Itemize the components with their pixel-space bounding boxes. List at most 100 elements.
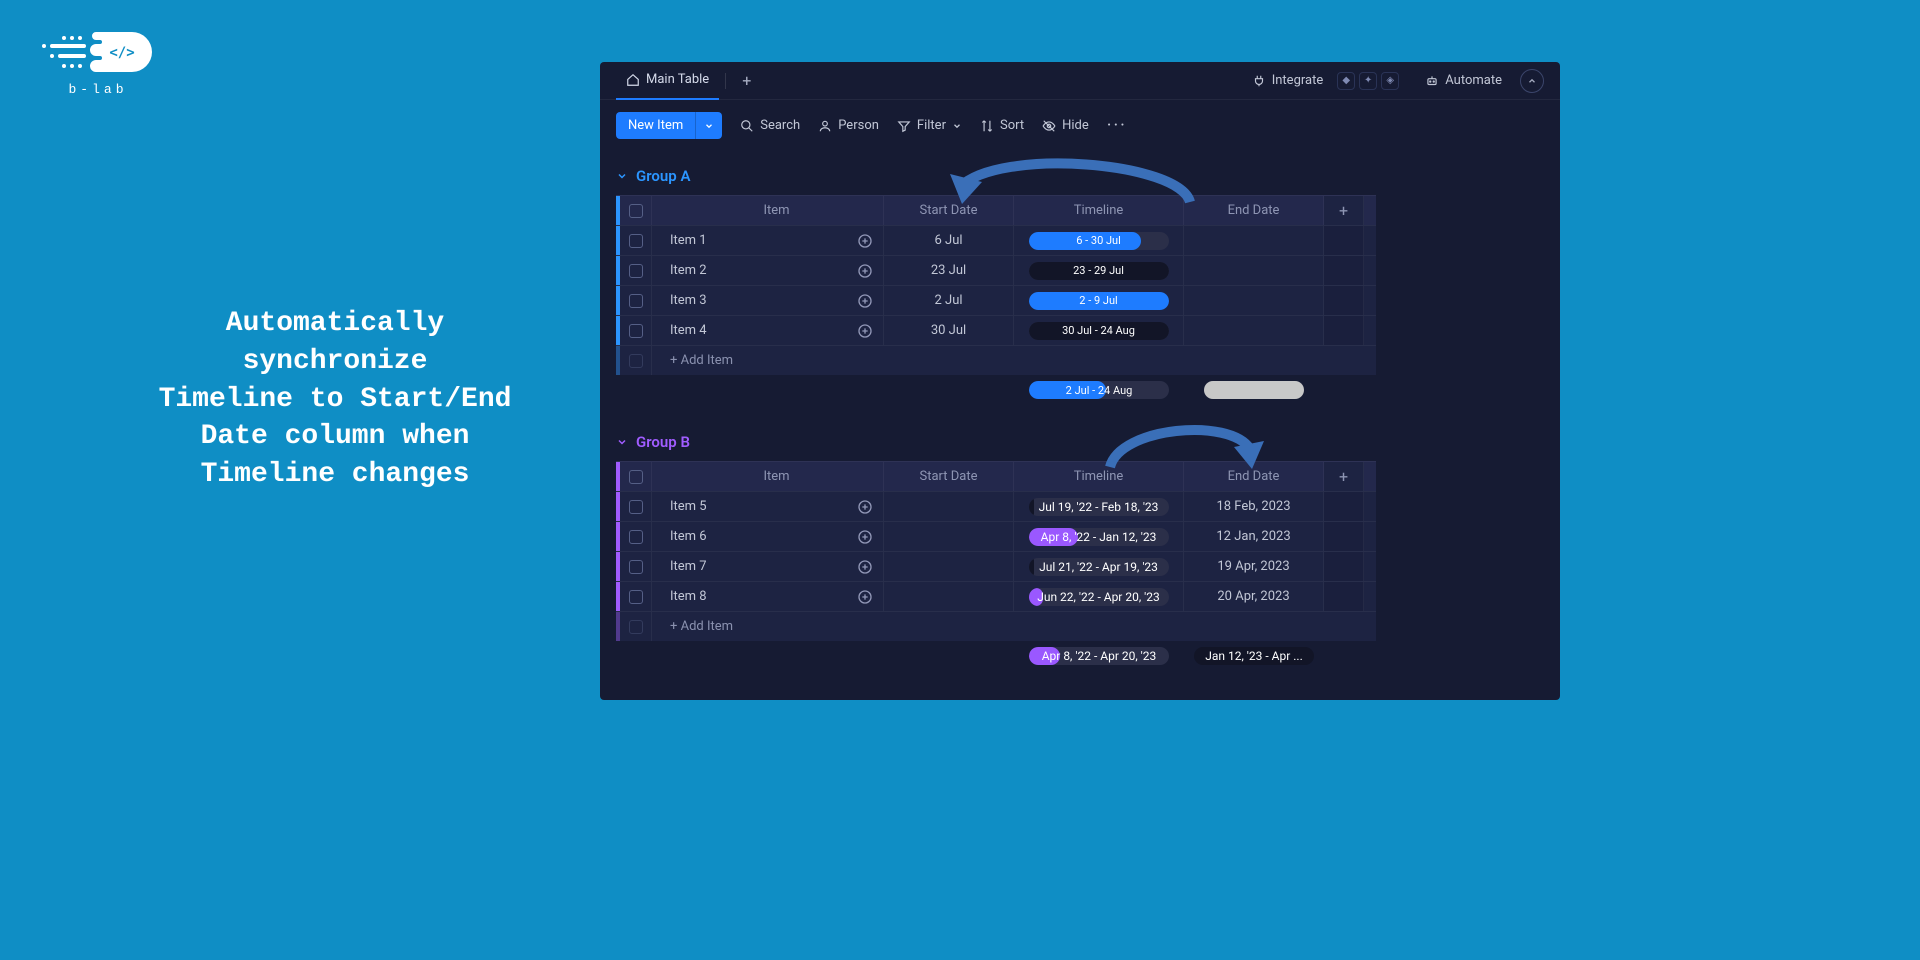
table-row[interactable]: Item 1 6 Jul 6 - 30 Jul [616, 225, 1376, 255]
col-start[interactable]: Start Date [884, 462, 1014, 491]
table-row[interactable]: Item 8 Jun 22, '22 - Apr 20, '23 20 Apr,… [616, 581, 1376, 611]
chat-icon[interactable] [857, 293, 873, 309]
row-checkbox[interactable] [620, 492, 652, 521]
table-row[interactable]: Item 7 Jul 21, '22 - Apr 19, '23 19 Apr,… [616, 551, 1376, 581]
item-cell[interactable]: Item 5 [652, 492, 884, 521]
end-date-cell[interactable] [1184, 316, 1324, 345]
start-date-cell[interactable]: 30 Jul [884, 316, 1014, 345]
timeline-cell[interactable]: Jul 19, '22 - Feb 18, '23 [1014, 492, 1184, 521]
svg-text:</>: </> [109, 45, 134, 61]
hide-tool[interactable]: Hide [1042, 118, 1089, 133]
plug-icon [1252, 74, 1266, 88]
item-cell[interactable]: Item 6 [652, 522, 884, 551]
more-menu[interactable]: ··· [1107, 115, 1127, 136]
item-cell[interactable]: Item 1 [652, 226, 884, 255]
item-cell[interactable]: Item 3 [652, 286, 884, 315]
item-cell[interactable]: Item 2 [652, 256, 884, 285]
item-cell[interactable]: Item 8 [652, 582, 884, 611]
item-cell[interactable]: Item 4 [652, 316, 884, 345]
end-date-cell[interactable] [1184, 286, 1324, 315]
end-date-cell[interactable]: 12 Jan, 2023 [1184, 522, 1324, 551]
chat-icon[interactable] [857, 559, 873, 575]
chat-icon[interactable] [857, 529, 873, 545]
sort-label: Sort [1000, 118, 1024, 133]
col-timeline[interactable]: Timeline [1014, 196, 1184, 225]
chat-icon[interactable] [857, 499, 873, 515]
end-date-cell[interactable]: 19 Apr, 2023 [1184, 552, 1324, 581]
row-checkbox[interactable] [620, 226, 652, 255]
start-date-cell[interactable]: 23 Jul [884, 256, 1014, 285]
automate-button[interactable]: Automate [1415, 73, 1512, 88]
start-date-cell[interactable] [884, 522, 1014, 551]
timeline-cell[interactable]: 30 Jul - 24 Aug [1014, 316, 1184, 345]
row-checkbox[interactable] [620, 582, 652, 611]
add-item-row[interactable]: + Add Item [616, 611, 1376, 641]
group-a: Group A Item Start Date Timeline End Dat… [616, 165, 1544, 403]
table-row[interactable]: Item 4 30 Jul 30 Jul - 24 Aug [616, 315, 1376, 345]
col-item[interactable]: Item [652, 462, 884, 491]
start-date-cell[interactable]: 6 Jul [884, 226, 1014, 255]
add-column[interactable]: + [1324, 196, 1364, 225]
table-row[interactable]: Item 6 Apr 8, '22 - Jan 12, '23 12 Jan, … [616, 521, 1376, 551]
table-row[interactable]: Item 2 23 Jul 23 - 29 Jul [616, 255, 1376, 285]
new-item-button[interactable]: New Item [616, 112, 722, 139]
end-date-cell[interactable] [1184, 256, 1324, 285]
row-checkbox[interactable] [620, 316, 652, 345]
row-empty [1324, 226, 1364, 255]
tab-add[interactable]: + [732, 71, 761, 90]
integration-badge-1[interactable]: ◆ [1337, 72, 1355, 90]
col-start[interactable]: Start Date [884, 196, 1014, 225]
group-a-header[interactable]: Group A [616, 165, 1544, 195]
item-name: Item 6 [670, 529, 707, 544]
chat-icon[interactable] [857, 589, 873, 605]
start-date-cell[interactable] [884, 582, 1014, 611]
row-checkbox[interactable] [620, 522, 652, 551]
end-date-cell[interactable] [1184, 226, 1324, 255]
select-all-checkbox[interactable] [620, 462, 652, 491]
col-item[interactable]: Item [652, 196, 884, 225]
add-item-row[interactable]: + Add Item [616, 345, 1376, 375]
integrate-button[interactable]: Integrate [1242, 73, 1334, 88]
col-end[interactable]: End Date [1184, 196, 1324, 225]
new-item-caret[interactable] [695, 112, 722, 139]
hide-label: Hide [1062, 118, 1089, 133]
add-column[interactable]: + [1324, 462, 1364, 491]
timeline-cell[interactable]: Apr 8, '22 - Jan 12, '23 [1014, 522, 1184, 551]
row-checkbox[interactable] [620, 552, 652, 581]
timeline-cell[interactable]: Jun 22, '22 - Apr 20, '23 [1014, 582, 1184, 611]
filter-icon [897, 119, 911, 133]
row-checkbox[interactable] [620, 286, 652, 315]
integration-badge-2[interactable]: ✦ [1359, 72, 1377, 90]
integration-badge-3[interactable]: ◈ [1381, 72, 1399, 90]
robot-icon [1425, 74, 1439, 88]
row-checkbox[interactable] [620, 256, 652, 285]
search-tool[interactable]: Search [740, 118, 800, 133]
item-cell[interactable]: Item 7 [652, 552, 884, 581]
group-b-header[interactable]: Group B [616, 431, 1544, 461]
item-name: Item 2 [670, 263, 707, 278]
table-row[interactable]: Item 5 Jul 19, '22 - Feb 18, '23 18 Feb,… [616, 491, 1376, 521]
select-all-checkbox[interactable] [620, 196, 652, 225]
sort-tool[interactable]: Sort [980, 118, 1024, 133]
chat-icon[interactable] [857, 263, 873, 279]
start-date-cell[interactable]: 2 Jul [884, 286, 1014, 315]
person-tool[interactable]: Person [818, 118, 879, 133]
tab-main-table[interactable]: Main Table [616, 62, 719, 100]
chat-icon[interactable] [857, 233, 873, 249]
end-date-cell[interactable]: 18 Feb, 2023 [1184, 492, 1324, 521]
table-row[interactable]: Item 3 2 Jul 2 - 9 Jul [616, 285, 1376, 315]
timeline-cell[interactable]: Jul 21, '22 - Apr 19, '23 [1014, 552, 1184, 581]
start-date-cell[interactable] [884, 492, 1014, 521]
col-timeline[interactable]: Timeline [1014, 462, 1184, 491]
collapse-button[interactable] [1520, 69, 1544, 93]
start-date-cell[interactable] [884, 552, 1014, 581]
col-end[interactable]: End Date [1184, 462, 1324, 491]
chat-icon[interactable] [857, 323, 873, 339]
timeline-cell[interactable]: 2 - 9 Jul [1014, 286, 1184, 315]
row-empty [1324, 522, 1364, 551]
integration-badges[interactable]: ◆ ✦ ◈ [1333, 72, 1403, 90]
filter-tool[interactable]: Filter [897, 118, 962, 133]
timeline-cell[interactable]: 23 - 29 Jul [1014, 256, 1184, 285]
end-date-cell[interactable]: 20 Apr, 2023 [1184, 582, 1324, 611]
timeline-cell[interactable]: 6 - 30 Jul [1014, 226, 1184, 255]
